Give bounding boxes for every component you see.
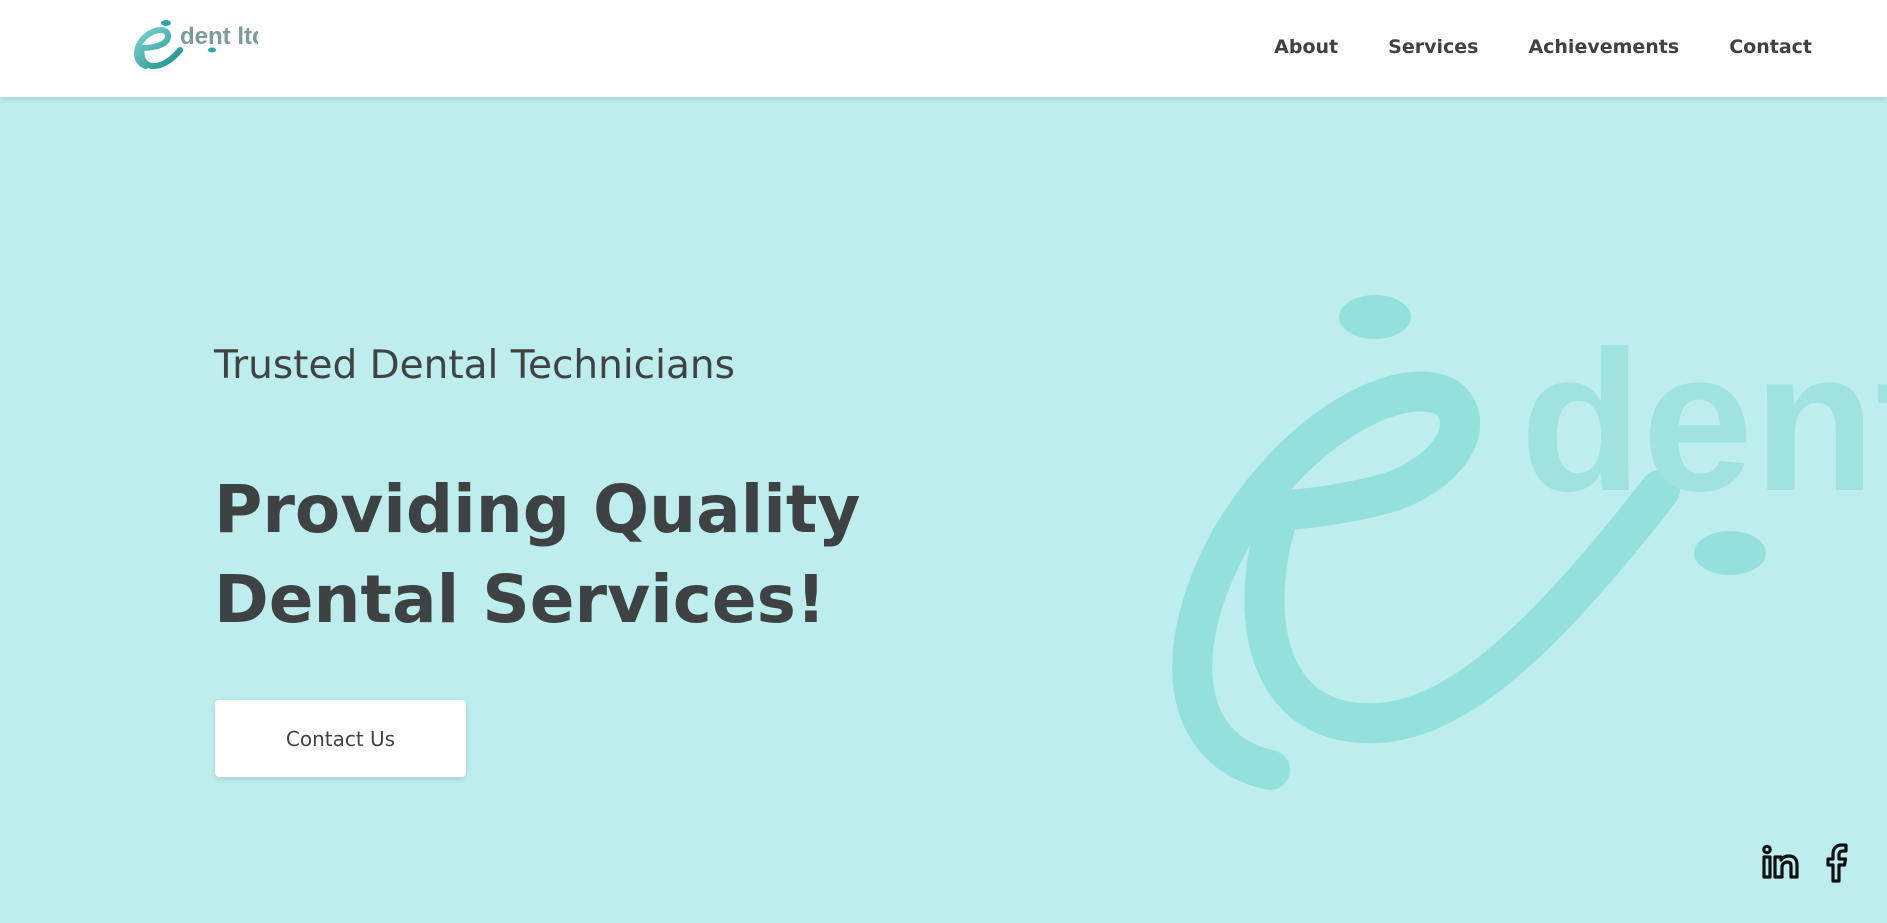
nav-about[interactable]: About [1274, 36, 1338, 58]
edent-logo-watermark-icon: dent l [1172, 295, 1887, 790]
contact-us-button[interactable]: Contact Us [215, 700, 466, 777]
watermark-text: dent l [1520, 310, 1887, 533]
nav-contact[interactable]: Contact [1729, 36, 1812, 58]
linkedin-icon [1762, 844, 1799, 879]
facebook-link[interactable] [1817, 843, 1857, 883]
hero-eyebrow: Trusted Dental Technicians [214, 343, 735, 388]
main-nav: About Services Achievements Contact [1224, 36, 1812, 58]
linkedin-link[interactable] [1761, 843, 1801, 883]
site-header: dent ltd. About Services Achievements Co… [0, 0, 1887, 97]
social-links [1761, 843, 1857, 883]
edent-logo-icon: dent ltd. [134, 20, 258, 70]
logo-text: dent ltd. [180, 23, 258, 50]
hero-headline: Providing Quality Dental Services! [214, 471, 861, 638]
nav-services[interactable]: Services [1388, 36, 1478, 58]
nav-achievements[interactable]: Achievements [1528, 36, 1679, 58]
facebook-icon [1826, 843, 1848, 883]
